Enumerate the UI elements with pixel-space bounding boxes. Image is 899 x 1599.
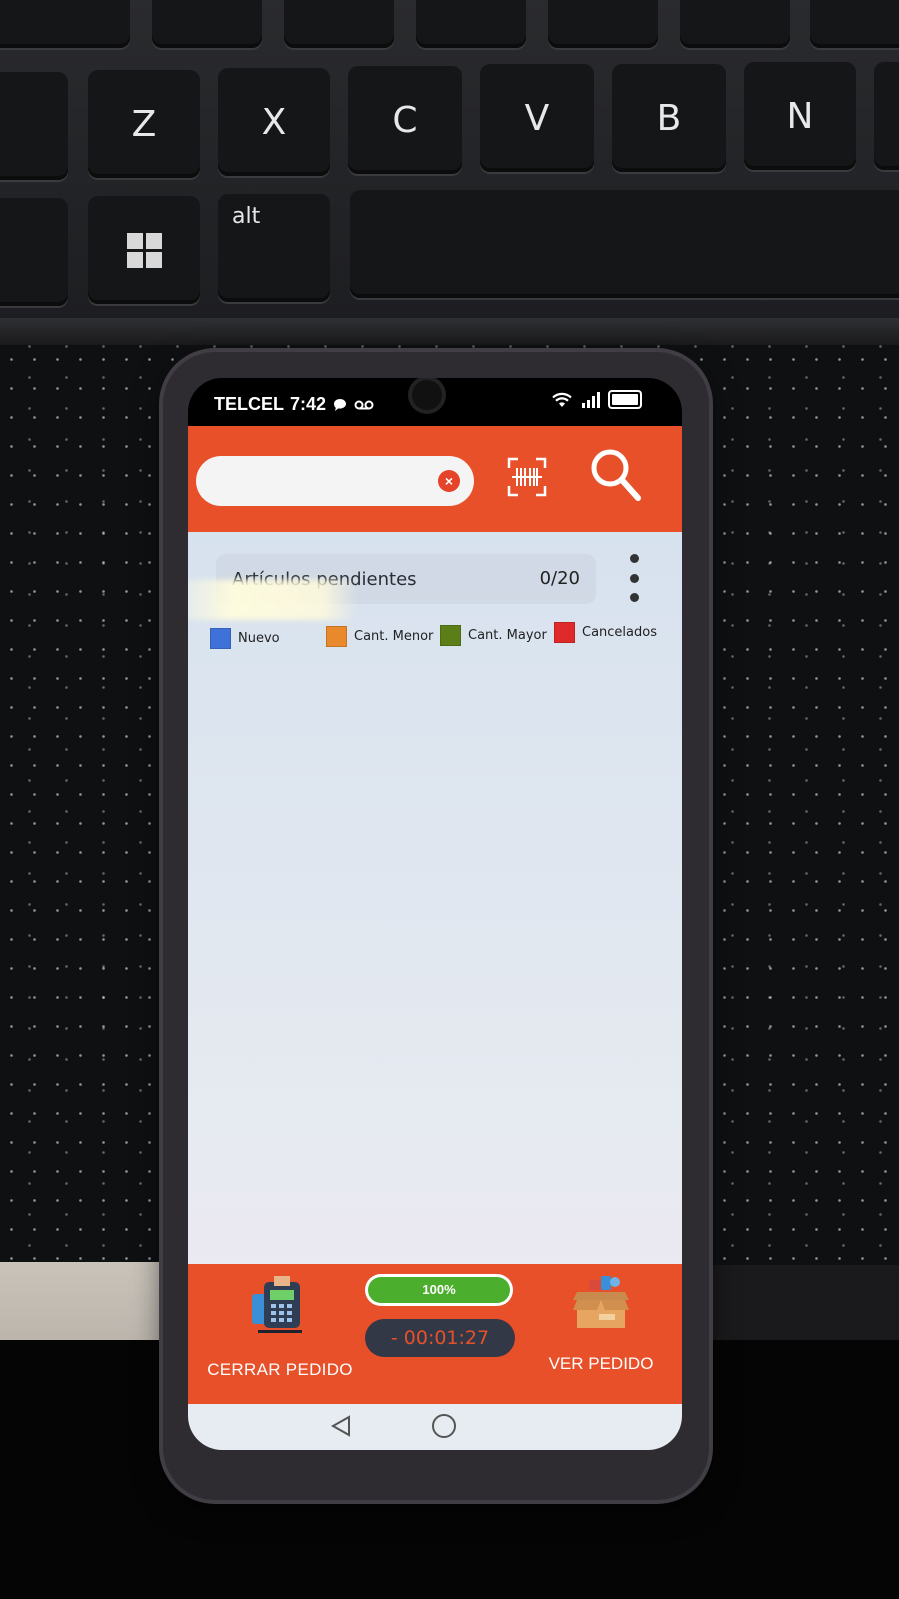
- status-left: TELCEL 7:42: [214, 394, 374, 415]
- content-area: Artículos pendientes 0/20 Nuevo Cant. Me…: [188, 532, 682, 1264]
- key-c: C: [348, 66, 462, 174]
- status-legend: Nuevo Cant. Menor Cant. Mayor Cancelados: [210, 622, 680, 649]
- status-time: 7:42: [290, 394, 327, 414]
- barcode-scanner-icon[interactable]: [506, 456, 548, 498]
- legend-swatch: [554, 622, 575, 643]
- legend-label: Nuevo: [238, 631, 280, 646]
- android-nav-bar: [188, 1404, 682, 1450]
- laptop-keyboard: Z X C V B N alt: [0, 0, 899, 345]
- key-v: V: [480, 64, 594, 172]
- legend-label: Cancelados: [582, 625, 657, 640]
- clear-search-button[interactable]: ×: [438, 470, 460, 492]
- more-options-icon[interactable]: [624, 554, 644, 602]
- key-top-6: [680, 0, 790, 48]
- pos-terminal-icon: [252, 1276, 302, 1333]
- close-order-label: CERRAR PEDIDO: [207, 1360, 353, 1379]
- windows-icon: [126, 232, 162, 268]
- key-b: B: [612, 64, 726, 172]
- key-n: N: [744, 62, 856, 170]
- wifi-icon: [552, 392, 572, 407]
- key-top-7: [810, 0, 899, 48]
- home-icon[interactable]: [432, 1414, 456, 1438]
- view-order-button[interactable]: VER PEDIDO: [536, 1270, 666, 1390]
- key-x: X: [218, 68, 330, 176]
- legend-cancelados: Cancelados: [554, 622, 657, 643]
- back-icon[interactable]: [330, 1414, 352, 1438]
- signal-icon: [582, 391, 600, 408]
- search-input[interactable]: [214, 466, 438, 498]
- key-z: Z: [88, 70, 200, 178]
- status-bar: TELCEL 7:42: [188, 378, 682, 426]
- legend-swatch: [326, 626, 347, 647]
- battery-icon: [608, 390, 642, 409]
- pending-items-count: 0/20: [539, 568, 580, 589]
- key-top-3: [284, 0, 394, 48]
- key-top-1: [0, 0, 130, 48]
- key-m: [874, 62, 899, 170]
- search-icon[interactable]: [588, 446, 644, 506]
- key-space: [350, 190, 899, 298]
- app-header: ×: [188, 426, 682, 532]
- legend-label: Cant. Mayor: [468, 628, 547, 643]
- front-camera: [412, 380, 442, 410]
- key-ctrl: [0, 198, 68, 306]
- key-shift-left: [0, 72, 68, 180]
- bottom-action-bar: CERRAR PEDIDO 100% - 00:01:27 VER PEDIDO: [188, 1264, 682, 1404]
- timer-display: - 00:01:27: [365, 1319, 515, 1357]
- carrier-label: TELCEL: [214, 394, 284, 414]
- box-of-items-icon: [573, 1276, 629, 1328]
- progress-fill: 100%: [368, 1277, 510, 1303]
- legend-swatch: [210, 628, 231, 649]
- key-windows: [88, 196, 200, 304]
- legend-cant-menor: Cant. Menor: [326, 626, 433, 647]
- status-right: [550, 390, 642, 409]
- phone-screen: TELCEL 7:42 × pendientes 0/20 Nuevo Cant…: [188, 378, 682, 1450]
- close-order-button[interactable]: CERRAR PEDIDO: [200, 1274, 360, 1394]
- voicemail-icon: [354, 400, 374, 409]
- legend-swatch: [440, 625, 461, 646]
- legend-cant-mayor: Cant. Mayor: [440, 625, 547, 646]
- key-top-2: [152, 0, 262, 48]
- message-icon: [334, 398, 347, 411]
- legend-label: Cant. Menor: [354, 629, 434, 644]
- key-top-4: [416, 0, 526, 48]
- key-alt: alt: [218, 194, 330, 302]
- search-box[interactable]: ×: [196, 456, 474, 506]
- key-top-5: [548, 0, 658, 48]
- screen-glare: [188, 580, 358, 620]
- progress-bar: 100%: [365, 1274, 513, 1306]
- view-order-label: VER PEDIDO: [548, 1354, 654, 1373]
- legend-nuevo: Nuevo: [210, 628, 280, 649]
